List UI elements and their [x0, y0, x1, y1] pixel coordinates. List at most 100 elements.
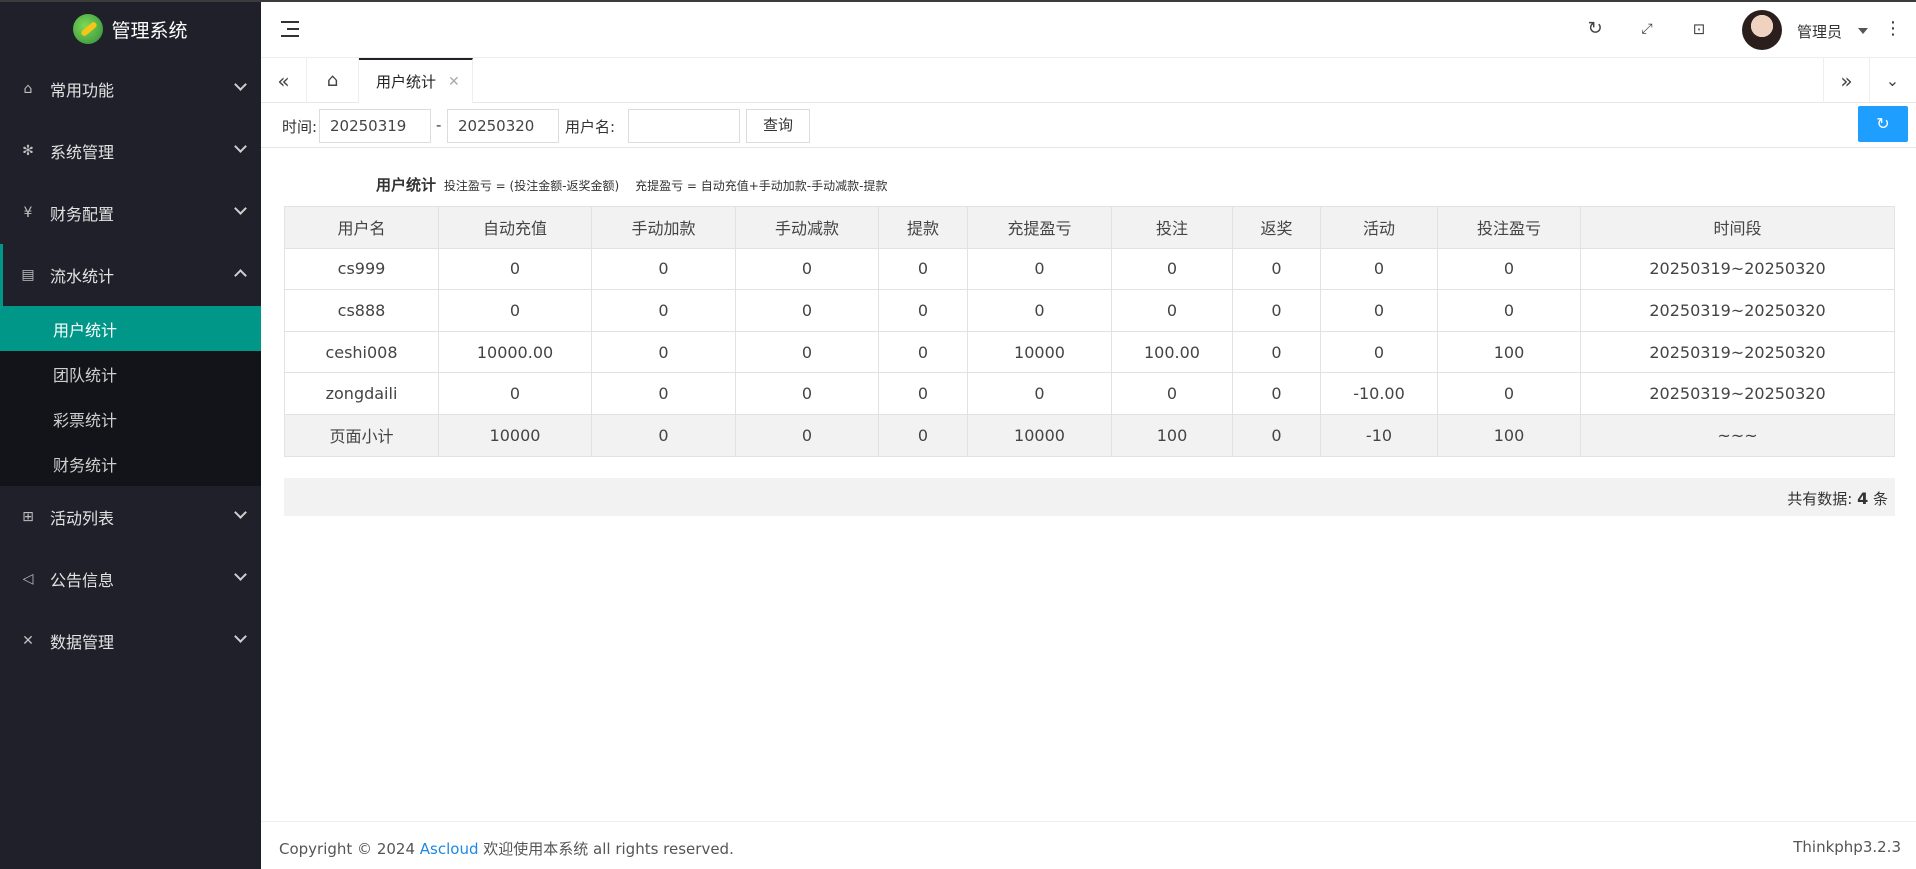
table-row: cs888 0 0 0 0 0 0 0 0 0 20250319~2025032…: [284, 289, 1895, 332]
cell: 0: [735, 372, 879, 415]
cell: 0: [1437, 289, 1581, 332]
top-border: [0, 0, 1916, 2]
cell: 0: [1320, 247, 1438, 291]
scroll-right-icon[interactable]: »: [1823, 58, 1869, 103]
tab-menu-chevron-down-icon[interactable]: ⌄: [1869, 58, 1915, 103]
brand-link[interactable]: Ascloud: [420, 840, 479, 858]
cell: 10000.00: [438, 330, 592, 374]
submenu-flow-stats: 用户统计 团队统计 彩票统计 财务统计: [0, 306, 261, 486]
chevron-down-icon: [234, 202, 247, 215]
cell: 0: [1437, 372, 1581, 415]
cell: 0: [1232, 372, 1321, 415]
lock-icon[interactable]: ⊡: [1688, 18, 1710, 40]
chevron-down-icon: [234, 506, 247, 519]
chevron-down-icon: [234, 630, 247, 643]
filter-bar: 时间: - 用户名: 查询 ↻: [261, 104, 1916, 148]
sidebar-item-finance-config[interactable]: ¥ 财务配置: [0, 182, 261, 244]
col-header: 自动充值: [438, 206, 592, 249]
logo[interactable]: 管理系统: [0, 0, 261, 58]
cell: 0: [1320, 289, 1438, 332]
caret-down-icon[interactable]: [1858, 28, 1868, 34]
cell: 0: [735, 330, 879, 374]
table-row: zongdaili 0 0 0 0 0 0 0 -10.00 0 2025031…: [284, 372, 1895, 415]
user-name[interactable]: 管理员: [1797, 21, 1842, 42]
cell: 0: [591, 330, 736, 374]
sidebar-subitem-finance-stats[interactable]: 财务统计: [0, 441, 261, 486]
pagination-bar: 共有数据: 4 条: [284, 478, 1895, 516]
cell: 10000: [967, 330, 1112, 374]
sidebar-subitem-lottery-stats[interactable]: 彩票统计: [0, 396, 261, 441]
chevron-up-icon: [234, 269, 247, 282]
cell-username: ceshi008: [284, 330, 439, 374]
sidebar-item-announcements[interactable]: ◁ 公告信息: [0, 548, 261, 610]
username-input[interactable]: [628, 109, 740, 143]
copyright: Copyright © 2024 Ascloud 欢迎使用本系统 all rig…: [279, 838, 734, 859]
cell: 100.00: [1111, 330, 1233, 374]
reload-button[interactable]: ↻: [1858, 106, 1908, 142]
sidebar-item-label: 公告信息: [50, 571, 115, 590]
copyright-suffix: 欢迎使用本系统 all rights reserved.: [483, 840, 734, 858]
cell: 0: [591, 289, 736, 332]
stats-heading: 用户统计 投注盈亏 = (投注金额-返奖金额) 充提盈亏 = 自动充值+手动加款…: [376, 174, 887, 195]
cell: 0: [1232, 413, 1321, 457]
cell: 0: [878, 289, 968, 332]
cell: 0: [591, 372, 736, 415]
menu-toggle-icon[interactable]: [281, 21, 299, 37]
cell: 0: [1320, 330, 1438, 374]
refresh-icon: ↻: [1876, 114, 1890, 133]
cell-period: 20250319~20250320: [1580, 247, 1895, 291]
cell-username: cs888: [284, 289, 439, 332]
scroll-left-icon[interactable]: «: [261, 58, 307, 103]
table-row: ceshi008 10000.00 0 0 0 10000 100.00 0 0…: [284, 330, 1895, 374]
end-date-input[interactable]: [447, 109, 559, 143]
refresh-icon[interactable]: ↻: [1584, 18, 1606, 40]
col-header: 手动加款: [591, 206, 736, 249]
sidebar-item-flow-stats[interactable]: ▤ 流水统计: [0, 244, 261, 306]
home-tab-icon[interactable]: ⌂: [307, 58, 359, 103]
chevron-down-icon: [234, 78, 247, 91]
chevron-down-icon: [234, 568, 247, 581]
date-separator: -: [436, 116, 442, 134]
close-icon[interactable]: ✕: [448, 74, 460, 90]
cell: 0: [1232, 330, 1321, 374]
cell: 0: [878, 247, 968, 291]
col-header: 返奖: [1232, 206, 1321, 249]
cell: 0: [967, 289, 1112, 332]
cell: 0: [1111, 289, 1233, 332]
sidebar-subitem-user-stats[interactable]: 用户统计: [0, 306, 261, 351]
version-text: Thinkphp3.2.3: [1793, 838, 1901, 856]
total-count-text: 共有数据: 4 条: [1787, 488, 1888, 509]
yen-icon: ¥: [23, 205, 33, 221]
avatar[interactable]: [1742, 10, 1782, 50]
sidebar-item-label: 财务配置: [50, 205, 115, 224]
col-header: 用户名: [284, 206, 439, 249]
sidebar-item-activities[interactable]: ⊞ 活动列表: [0, 486, 261, 548]
cell: 100: [1437, 330, 1581, 374]
chevron-down-icon: [234, 140, 247, 153]
query-button[interactable]: 查询: [746, 109, 810, 143]
sidebar-item-system[interactable]: ✻ 系统管理: [0, 120, 261, 182]
tab-user-stats[interactable]: 用户统计 ✕: [359, 58, 473, 103]
deposit-profit-formula: 充提盈亏 = 自动充值+手动加款-手动减款-提款: [635, 179, 888, 193]
speaker-icon: ◁: [22, 571, 34, 587]
start-date-input[interactable]: [319, 109, 431, 143]
tab-label: 用户统计: [376, 73, 437, 91]
sidebar-item-common[interactable]: ⌂ 常用功能: [0, 58, 261, 120]
cell: 0: [1232, 289, 1321, 332]
cell: 0: [878, 413, 968, 457]
col-header: 时间段: [1580, 206, 1895, 249]
cell: 0: [591, 247, 736, 291]
username-label: 用户名:: [565, 118, 616, 136]
gear-icon: ✻: [22, 143, 34, 159]
subtotal-row: 页面小计 10000 0 0 0 10000 100 0 -10 100 ~~~: [284, 413, 1895, 457]
tabs-bar: « ⌂ 用户统计 ✕ » ⌄: [261, 58, 1916, 103]
cell: 0: [735, 413, 879, 457]
fullscreen-icon[interactable]: ⤢: [1636, 18, 1658, 40]
table-header-row: 用户名 自动充值 手动加款 手动减款 提款 充提盈亏 投注 返奖 活动 投注盈亏…: [284, 206, 1895, 249]
sidebar-item-data-manage[interactable]: ✕ 数据管理: [0, 610, 261, 672]
sidebar-subitem-team-stats[interactable]: 团队统计: [0, 351, 261, 396]
home-icon: ⌂: [23, 81, 33, 97]
cell-period: 20250319~20250320: [1580, 372, 1895, 415]
more-vertical-icon[interactable]: ⋮: [1884, 18, 1902, 39]
total-suffix: 条: [1872, 490, 1888, 508]
